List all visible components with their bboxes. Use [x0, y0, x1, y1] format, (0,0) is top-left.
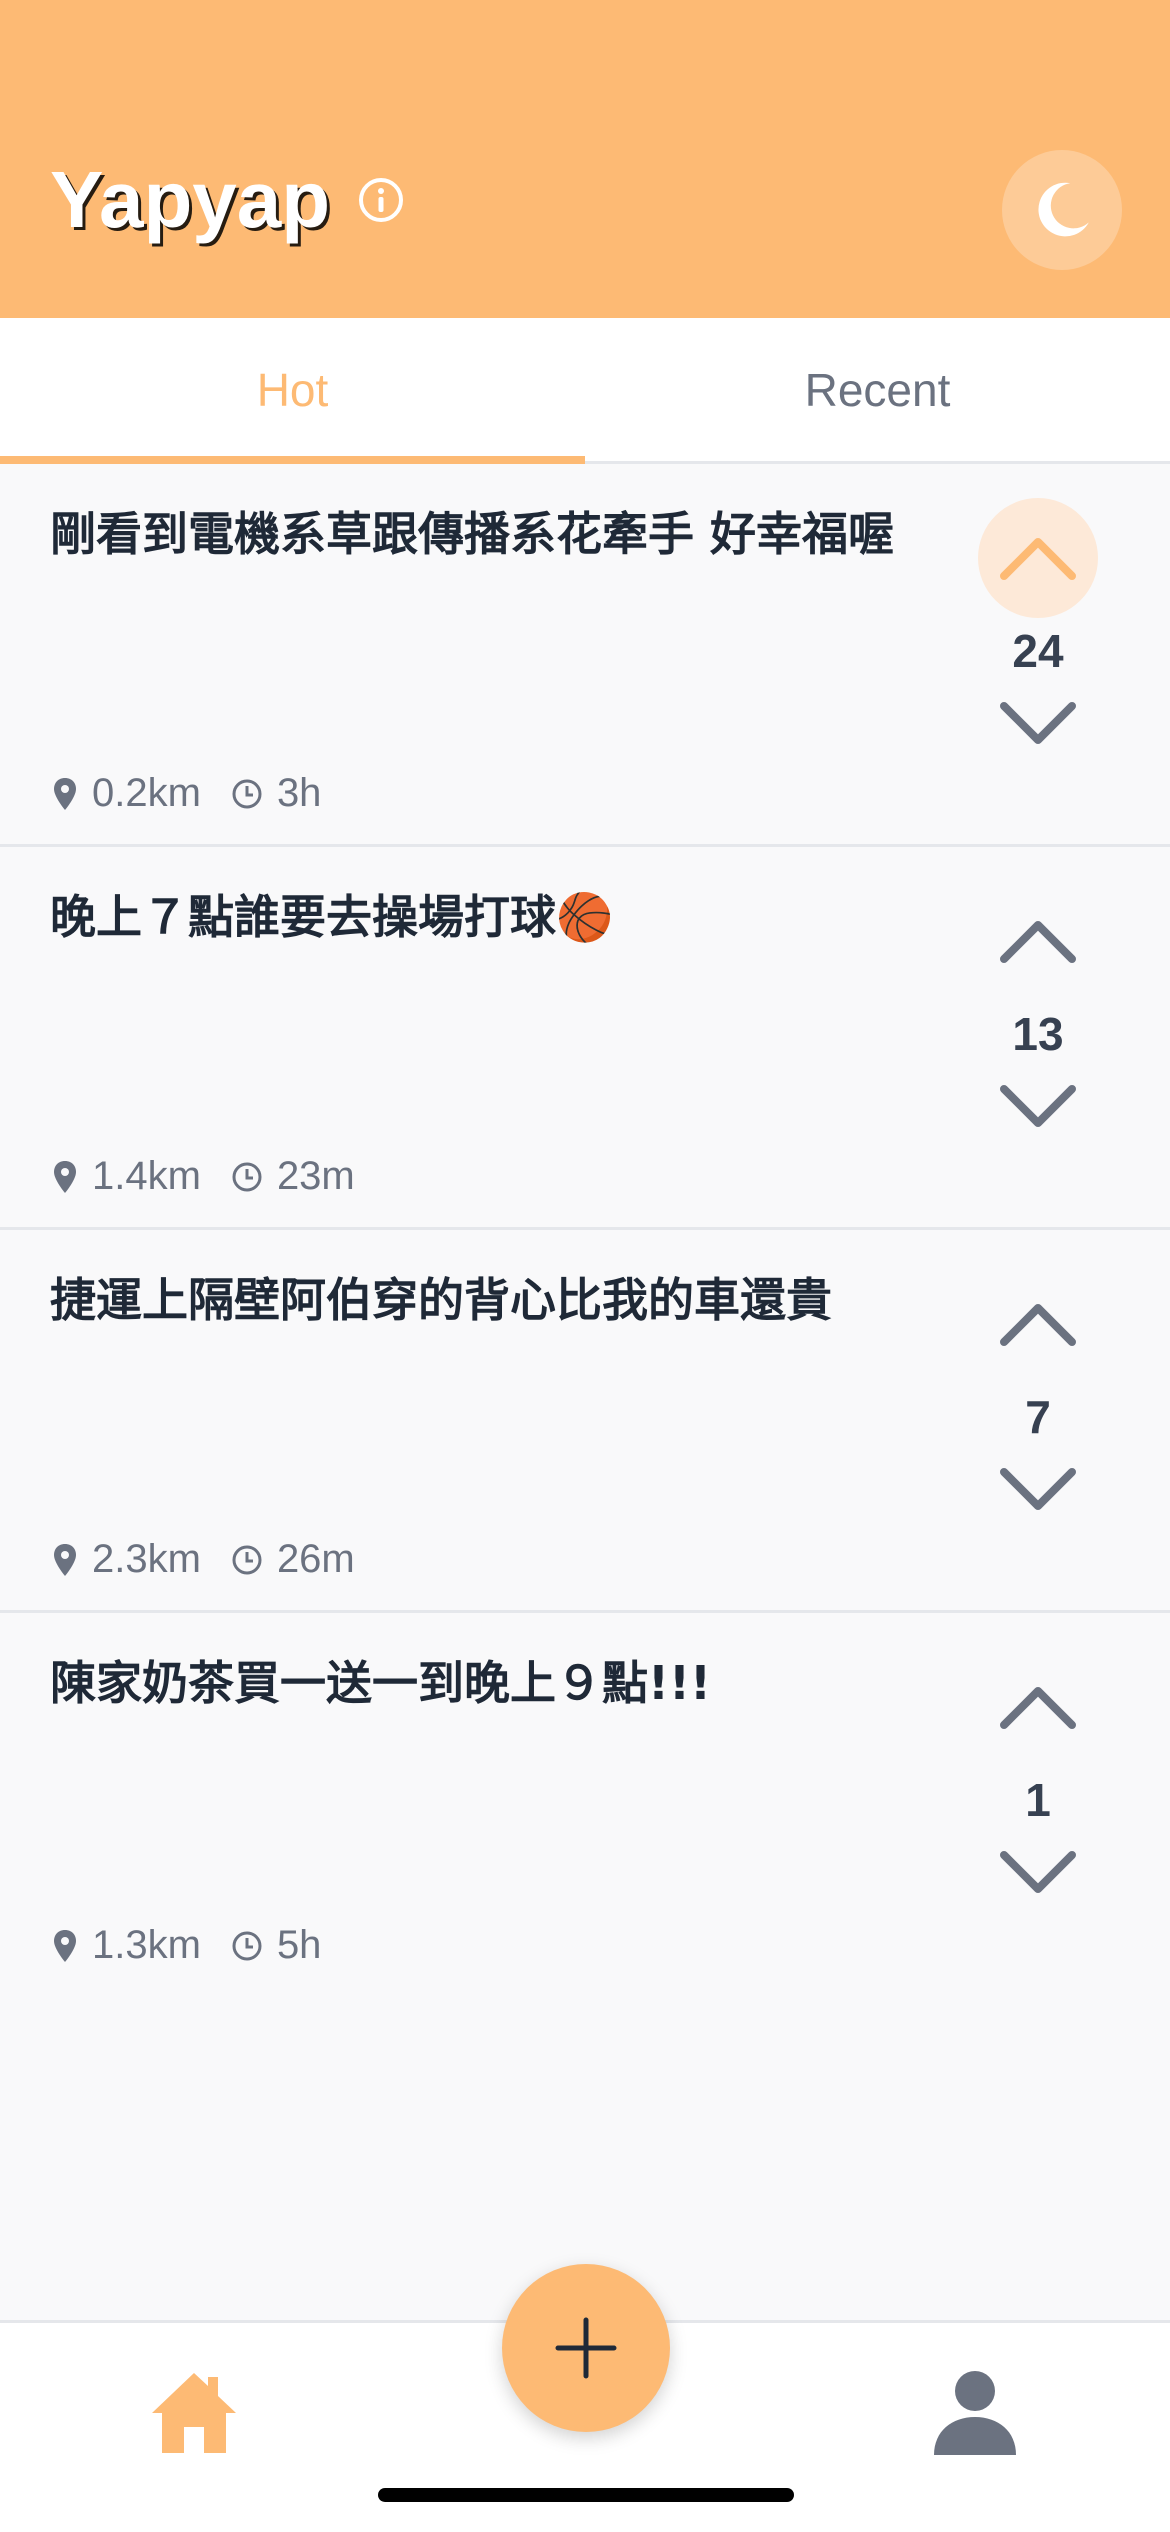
- nav-profile-button[interactable]: [930, 2367, 1020, 2459]
- time-text: 23m: [276, 1154, 355, 1198]
- downvote-button[interactable]: [978, 1833, 1098, 1913]
- user-icon: [934, 2371, 1016, 2455]
- upvote-button[interactable]: [978, 1647, 1098, 1767]
- post-meta: 2.3km 26m: [52, 1537, 385, 1582]
- post-meta: 1.3km 5h: [52, 1923, 351, 1968]
- clock-icon: [232, 1162, 262, 1191]
- vote-control: 1: [978, 1647, 1098, 1913]
- tab-hot[interactable]: Hot: [0, 318, 585, 464]
- vote-count: 24: [1012, 625, 1064, 677]
- clock-icon: [232, 779, 262, 808]
- vote-count: 13: [1012, 1008, 1064, 1060]
- distance-text: 2.3km: [92, 1537, 201, 1581]
- post-meta: 0.2km 3h: [52, 771, 351, 816]
- post-time: 23m: [231, 1154, 355, 1199]
- time-text: 26m: [276, 1537, 355, 1581]
- post-distance: 1.4km: [52, 1154, 201, 1199]
- time-text: 5h: [276, 1923, 322, 1967]
- downvote-button[interactable]: [978, 1450, 1098, 1530]
- vote-count: 7: [1025, 1391, 1051, 1443]
- chevron-up-icon: [1000, 1687, 1076, 1729]
- map-pin-icon: [54, 1929, 76, 1962]
- post-item[interactable]: 剛看到電機系草跟傳播系花牽手 好幸福喔 0.2km 3h 24: [0, 464, 1170, 847]
- vote-control: 7: [978, 1264, 1098, 1530]
- chevron-down-icon: [1000, 1851, 1076, 1893]
- theme-toggle-button[interactable]: [1002, 150, 1122, 270]
- chevron-down-icon: [1000, 1085, 1076, 1127]
- upvote-button[interactable]: [978, 881, 1098, 1001]
- map-pin-icon: [54, 1160, 76, 1193]
- post-distance: 2.3km: [52, 1537, 201, 1582]
- post-text: 陳家奶茶買一送一到晚上９點!!!: [50, 1656, 711, 1710]
- post-text: 剛看到電機系草跟傳播系花牽手 好幸福喔: [50, 507, 895, 561]
- vote-control: 13: [978, 881, 1098, 1147]
- info-icon[interactable]: [356, 175, 406, 225]
- chevron-up-icon: [1000, 921, 1076, 963]
- vote-control: 24: [978, 498, 1098, 764]
- moon-icon: [1038, 182, 1089, 237]
- tab-recent[interactable]: Recent: [585, 318, 1170, 461]
- distance-text: 1.3km: [92, 1923, 201, 1967]
- post-item[interactable]: 捷運上隔壁阿伯穿的背心比我的車還貴 2.3km 26m 7: [0, 1230, 1170, 1613]
- chevron-up-icon: [1000, 1304, 1076, 1346]
- distance-text: 0.2km: [92, 771, 201, 815]
- post-text: 捷運上隔壁阿伯穿的背心比我的車還貴: [50, 1273, 832, 1327]
- app-header: Yapyap: [0, 0, 1170, 318]
- app-title: Yapyap: [50, 155, 331, 244]
- post-time: 26m: [231, 1537, 355, 1582]
- clock-icon: [232, 1931, 262, 1960]
- home-icon: [152, 2373, 236, 2453]
- post-distance: 0.2km: [52, 771, 201, 816]
- post-meta: 1.4km 23m: [52, 1154, 385, 1199]
- post-list: 剛看到電機系草跟傳播系花牽手 好幸福喔 0.2km 3h 24 晚上７點誰要去操…: [0, 464, 1170, 1996]
- upvote-button[interactable]: [978, 498, 1098, 618]
- nav-home-button[interactable]: [148, 2367, 240, 2459]
- downvote-button[interactable]: [978, 684, 1098, 764]
- feed-tabs: Hot Recent: [0, 318, 1170, 464]
- chevron-down-icon: [1000, 1468, 1076, 1510]
- post-distance: 1.3km: [52, 1923, 201, 1968]
- map-pin-icon: [54, 1543, 76, 1576]
- post-item[interactable]: 陳家奶茶買一送一到晚上９點!!! 1.3km 5h 1: [0, 1613, 1170, 1996]
- map-pin-icon: [54, 777, 76, 810]
- add-post-button[interactable]: [502, 2264, 670, 2432]
- distance-text: 1.4km: [92, 1154, 201, 1198]
- brand: Yapyap: [50, 160, 406, 240]
- chevron-up-icon: [1000, 538, 1076, 580]
- home-indicator: [378, 2488, 794, 2502]
- post-item[interactable]: 晚上７點誰要去操場打球🏀 1.4km 23m 13: [0, 847, 1170, 1230]
- post-time: 5h: [231, 1923, 322, 1968]
- downvote-button[interactable]: [978, 1067, 1098, 1147]
- app-screen: Yapyap Hot Recent 剛看到電機系草跟傳播系花牽手 好幸福喔 0.…: [0, 0, 1170, 2532]
- post-time: 3h: [231, 771, 322, 816]
- upvote-button[interactable]: [978, 1264, 1098, 1384]
- clock-icon: [232, 1545, 262, 1574]
- chevron-down-icon: [1000, 702, 1076, 744]
- plus-icon: [555, 2317, 617, 2379]
- vote-count: 1: [1025, 1774, 1051, 1826]
- post-text: 晚上７點誰要去操場打球🏀: [50, 890, 614, 944]
- time-text: 3h: [276, 771, 322, 815]
